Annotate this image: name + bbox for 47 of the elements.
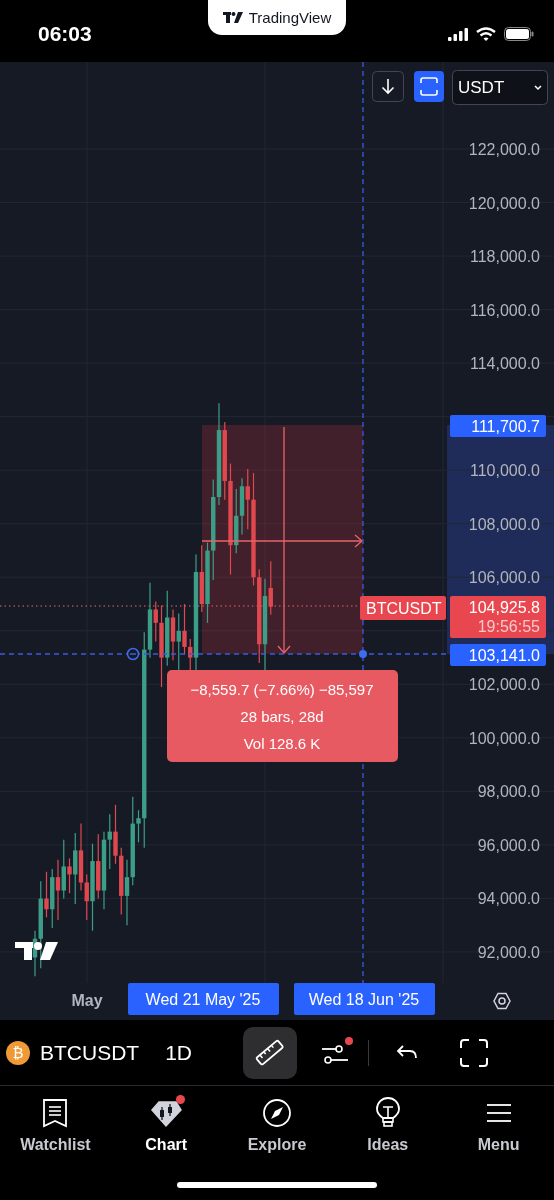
battery-icon — [504, 27, 534, 41]
price-tick: 100,000.0 — [468, 729, 540, 747]
settings-icon[interactable] — [493, 992, 511, 1010]
price-tick: 92,000.0 — [477, 943, 540, 961]
nav-tab[interactable]: Watchlist — [0, 1096, 111, 1154]
nav-tab[interactable]: Menu — [443, 1096, 554, 1154]
price-tick: 122,000.0 — [468, 141, 540, 158]
app-banner: TradingView — [208, 0, 346, 35]
currency-select[interactable]: USDT — [452, 70, 548, 105]
price-tick: 120,000.0 — [468, 194, 540, 212]
anchor-handle[interactable] — [126, 647, 140, 661]
logo-icon — [222, 11, 243, 24]
price-tick: 106,000.0 — [468, 569, 540, 587]
down-arrow-button[interactable] — [372, 71, 404, 102]
bitcoin-icon: ₿ — [6, 1040, 30, 1065]
price-tick: 110,000.0 — [470, 462, 540, 480]
price-tick: 94,000.0 — [477, 890, 540, 908]
price-tick: 102,000.0 — [468, 676, 540, 694]
price-label: 111,700.7 — [450, 415, 546, 437]
status-time: 06:03 — [38, 21, 92, 46]
symbol-button[interactable]: BTCUSDT — [40, 1040, 140, 1065]
date-label: Wed 21 May '25 — [128, 983, 279, 1015]
price-tick: 116,000.0 — [470, 301, 540, 319]
wifi-icon — [476, 27, 496, 41]
nav-tab[interactable]: Explore — [221, 1096, 333, 1154]
volume-text: Vol 128.6 K — [243, 735, 321, 752]
symbol-label: BTCUSDT — [360, 596, 446, 620]
crosshair-dot[interactable] — [359, 650, 367, 658]
price-tick: 118,000.0 — [470, 248, 540, 266]
ruler-button[interactable] — [243, 1026, 298, 1079]
nav-tab[interactable]: Ideas — [332, 1096, 444, 1154]
price-tick: 114,000.0 — [470, 355, 540, 373]
interval-button[interactable]: 1D — [165, 1040, 193, 1065]
price-tick: 108,000.0 — [468, 515, 540, 533]
bar-count: 28 bars, 28d — [240, 708, 324, 725]
logo-icon — [15, 942, 58, 960]
last-price-label: 104,925.8 19:56:55 — [450, 596, 546, 638]
time-tick: May — [71, 992, 103, 1009]
price-label: 103,141.0 — [450, 644, 546, 666]
signal-icon — [448, 27, 468, 41]
date-label: Wed 18 Jun '25 — [294, 983, 435, 1015]
price-change: −8,559.7 (−7.66%) −85,597 — [190, 681, 374, 698]
nav-tab[interactable]: Chart — [110, 1096, 222, 1154]
price-tick: 98,000.0 — [477, 783, 540, 801]
fullscreen-icon[interactable] — [459, 1037, 490, 1068]
price-tick: 96,000.0 — [477, 836, 540, 854]
fit-button[interactable] — [414, 71, 444, 102]
